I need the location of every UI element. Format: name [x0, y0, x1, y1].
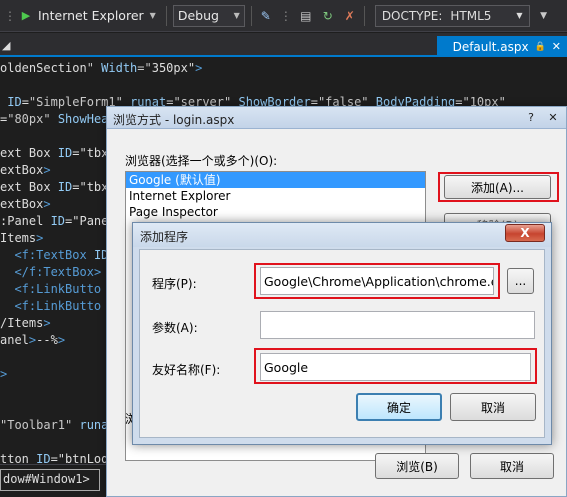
doctype-combo[interactable]: DOCTYPE: HTML5 ▼	[374, 4, 530, 27]
list-item[interactable]: Google (默认值)	[126, 172, 425, 188]
doctype-label: DOCTYPE:	[381, 8, 443, 23]
toolbar-separator	[165, 5, 167, 26]
browser-combo-value: Internet Explorer	[38, 8, 144, 23]
highlight-box	[254, 263, 500, 299]
code-line: extBox>	[0, 197, 51, 211]
code-line: :Panel ID="Pane	[0, 214, 109, 228]
code-line: Items>	[0, 231, 44, 245]
refresh-icon[interactable]: ↻	[320, 8, 336, 24]
config-combo[interactable]: Debug ▼	[172, 4, 245, 27]
dialog-titlebar: 浏览方式 - login.aspx ? ✕	[107, 107, 566, 129]
document-tab-row: ◢ Default.aspx 🔒 ✕	[0, 33, 567, 57]
chevron-down-icon: ▼	[516, 11, 523, 20]
toolbar-separator	[363, 5, 365, 26]
code-line: oldenSection" Width="350px">	[0, 61, 203, 75]
dialog-titlebar: 添加程序 X	[133, 223, 551, 247]
code-line: ="80px" ShowHea	[0, 112, 109, 126]
clear-format-icon[interactable]: ✗	[342, 8, 358, 24]
close-icon[interactable]: ✕	[552, 40, 561, 53]
tab-label: Default.aspx	[452, 39, 529, 54]
code-line: /Items>	[0, 316, 51, 330]
close-icon: X	[520, 226, 530, 240]
dialog-title: 添加程序	[140, 230, 189, 244]
code-line: anel>--%>	[0, 333, 66, 347]
breadcrumb[interactable]: dow#Window1>	[0, 469, 100, 491]
grip-icon: ⋮	[4, 8, 16, 23]
dialog-title: 浏览方式 - login.aspx	[113, 113, 235, 127]
args-input[interactable]	[260, 311, 535, 339]
browsers-label: 浏览器(选择一个或多个)(O):	[125, 154, 278, 168]
cancel-button[interactable]: 取消	[470, 453, 554, 479]
doctype-value: HTML5	[450, 8, 492, 23]
ok-button[interactable]: 确定	[356, 393, 442, 421]
chevron-down-icon: ▼	[233, 11, 240, 20]
chevron-down-icon: ▼	[149, 11, 156, 20]
tab-overflow-marker[interactable]: ◢	[2, 39, 10, 52]
help-icon[interactable]: ?	[522, 110, 540, 125]
pin-icon[interactable]: 🔒	[535, 42, 546, 52]
list-item[interactable]: Page Inspector	[126, 204, 425, 220]
close-icon[interactable]: ✕	[544, 110, 562, 125]
code-line: <f:LinkButto	[14, 299, 102, 313]
browse-program-button[interactable]: ...	[507, 268, 534, 294]
grip-icon: ⋮	[279, 8, 292, 23]
close-button[interactable]: X	[505, 224, 545, 242]
highlight-box	[254, 348, 537, 384]
list-item[interactable]: Internet Explorer	[126, 188, 425, 204]
browser-combo[interactable]: Internet Explorer ▼	[34, 5, 160, 27]
format-icon[interactable]: ✎	[258, 8, 274, 24]
tab-default-aspx[interactable]: Default.aspx 🔒 ✕	[437, 36, 567, 57]
toolbar-separator	[250, 5, 252, 26]
code-line: <f:LinkButto	[14, 282, 102, 296]
add-program-dialog: 添加程序 X 程序(P): Google\Chrome\Application\…	[132, 222, 552, 445]
cancel-button[interactable]: 取消	[450, 393, 536, 421]
document-icon[interactable]: ▤	[298, 8, 314, 24]
config-combo-value: Debug	[177, 8, 219, 23]
friendly-name-label: 友好名称(F):	[152, 363, 221, 377]
browse-button[interactable]: 浏览(B)	[375, 453, 459, 479]
highlight-box	[438, 172, 559, 202]
code-line: </f:TextBox>	[14, 265, 102, 279]
play-icon[interactable]: ▶	[18, 8, 34, 24]
code-line: extBox>	[0, 163, 51, 177]
add-program-body: 程序(P): Google\Chrome\Application\chrome.…	[139, 249, 545, 438]
program-label: 程序(P):	[152, 277, 197, 291]
vs-toolbar: ⋮ ▶ Internet Explorer ▼ Debug ▼ ✎ ⋮ ▤ ↻ …	[0, 0, 567, 32]
code-line: tton ID="btnLogi	[0, 452, 116, 464]
code-line: "Toolbar1" runat	[0, 418, 116, 432]
code-line: <f:TextBox ID	[14, 248, 109, 262]
args-label: 参数(A):	[152, 321, 198, 335]
more-options-icon[interactable]: ▼	[536, 8, 552, 24]
code-line: >	[0, 367, 8, 381]
